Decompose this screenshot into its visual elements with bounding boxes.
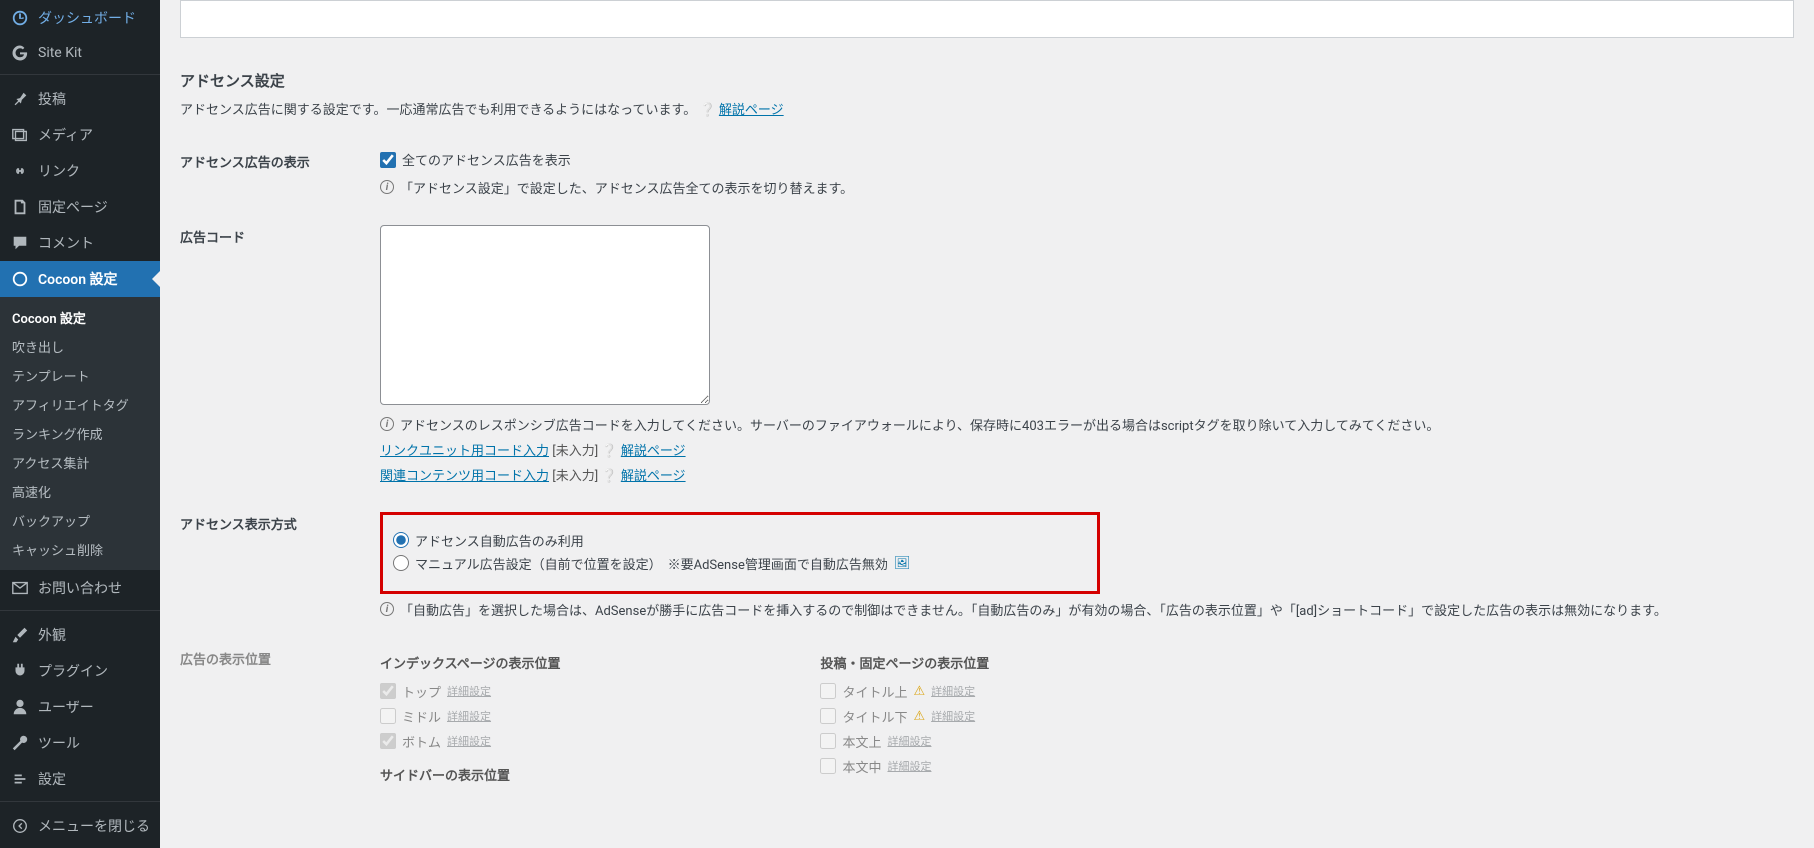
- page-icon: [10, 198, 30, 216]
- sidebar-collapse[interactable]: メニューを閉じる: [0, 808, 160, 844]
- media-icon: [10, 126, 30, 144]
- warning-icon: ⚠: [913, 684, 925, 699]
- user-icon: [10, 698, 30, 716]
- tab-bar: [180, 0, 1794, 38]
- sidebar-item-settings[interactable]: 設定: [0, 761, 160, 797]
- comment-icon: [10, 234, 30, 252]
- help-icon: ❔: [699, 103, 715, 118]
- submenu-backup[interactable]: バックアップ: [0, 506, 160, 535]
- checkbox-title-below: [820, 708, 836, 724]
- sidebar-item-media[interactable]: メディア: [0, 117, 160, 153]
- detail-body-middle[interactable]: 詳細設定: [887, 758, 931, 774]
- google-icon: [10, 44, 30, 62]
- info-icon: i: [380, 180, 394, 194]
- detail-title-above[interactable]: 詳細設定: [931, 683, 975, 699]
- collapse-icon: [10, 817, 30, 835]
- row-display-method: アドセンス表示方式 アドセンス自動広告のみ利用 マニュアル広告設定（自前で位置を…: [180, 498, 1794, 633]
- sidebar-item-users[interactable]: ユーザー: [0, 689, 160, 725]
- info-ad-code: i アドセンスのレスポンシブ広告コードを入力してください。サーバーのファイアウォ…: [380, 415, 1794, 434]
- brush-icon: [10, 626, 30, 644]
- post-positions-title: 投稿・固定ページの表示位置: [820, 653, 989, 672]
- sidebar-submenu: Cocoon 設定 吹き出し テンプレート アフィリエイトタグ ランキング作成 …: [0, 297, 160, 570]
- highlighted-radio-group: アドセンス自動広告のみ利用 マニュアル広告設定（自前で位置を設定） ※要AdSe…: [380, 512, 1100, 594]
- detail-title-below[interactable]: 詳細設定: [931, 708, 975, 724]
- sidebar-item-posts[interactable]: 投稿: [0, 81, 160, 117]
- info-method: i 「自動広告」を選択した場合は、AdSenseが勝手に広告コードを挿入するので…: [380, 600, 1794, 619]
- checkbox-index-middle: [380, 708, 396, 724]
- wrench-icon: [10, 734, 30, 752]
- post-positions: 投稿・固定ページの表示位置 タイトル上 ⚠ 詳細設定 タイトル下 ⚠ 詳細設定 …: [820, 653, 989, 794]
- label-ad-positions: 広告の表示位置: [180, 647, 380, 668]
- main-content: アドセンス設定 アドセンス広告に関する設定です。一応通常広告でも利用できるように…: [160, 0, 1814, 848]
- cocoon-icon: [10, 270, 30, 288]
- settings-icon: [10, 770, 30, 788]
- radio-auto-ads-input[interactable]: [393, 532, 409, 548]
- help-icon: ❔: [601, 444, 617, 459]
- help-icon: ❔: [601, 469, 617, 484]
- sidebar-item-comments[interactable]: コメント: [0, 225, 160, 261]
- radio-auto-ads[interactable]: アドセンス自動広告のみ利用: [393, 531, 1087, 550]
- section-title: アドセンス設定: [180, 58, 1794, 99]
- checkbox-body-middle: [820, 758, 836, 774]
- info-icon: i: [380, 417, 394, 431]
- detail-index-middle[interactable]: 詳細設定: [447, 708, 491, 724]
- textarea-ad-code[interactable]: [380, 225, 710, 405]
- checkbox-title-above: [820, 683, 836, 699]
- submenu-cache-delete[interactable]: キャッシュ削除: [0, 535, 160, 564]
- link-unit-help[interactable]: 解説ページ: [621, 444, 686, 459]
- row-ad-positions: 広告の表示位置 インデックスページの表示位置 トップ 詳細設定 ミドル 詳細設定…: [180, 633, 1794, 808]
- pin-icon: [10, 90, 30, 108]
- submenu-speech-balloon[interactable]: 吹き出し: [0, 332, 160, 361]
- checkbox-index-top: [380, 683, 396, 699]
- checkbox-show-all-adsense[interactable]: 全てのアドセンス広告を表示: [380, 150, 571, 169]
- sidebar-positions-title: サイドバーの表示位置: [380, 765, 560, 784]
- label-adsense-display: アドセンス広告の表示: [180, 150, 380, 171]
- submenu-ranking[interactable]: ランキング作成: [0, 419, 160, 448]
- dashboard-icon: [10, 9, 30, 27]
- checkbox-show-all-adsense-input[interactable]: [380, 152, 396, 168]
- submenu-cocoon-settings[interactable]: Cocoon 設定: [0, 303, 160, 332]
- row-adsense-display: アドセンス広告の表示 全てのアドセンス広告を表示 i 「アドセンス設定」で設定し…: [180, 136, 1794, 211]
- sidebar-item-cocoon[interactable]: Cocoon 設定: [0, 261, 160, 297]
- index-positions-title: インデックスページの表示位置: [380, 653, 560, 672]
- submenu-affiliate-tag[interactable]: アフィリエイトタグ: [0, 390, 160, 419]
- submenu-speedup[interactable]: 高速化: [0, 477, 160, 506]
- detail-index-bottom[interactable]: 詳細設定: [447, 733, 491, 749]
- image-icon: 🖼: [894, 556, 911, 571]
- sidebar-item-sitekit[interactable]: Site Kit: [0, 36, 160, 70]
- sidebar-item-appearance[interactable]: 外観: [0, 617, 160, 653]
- section-description: アドセンス広告に関する設定です。一応通常広告でも利用できるようにはなっています。…: [180, 99, 1794, 136]
- index-positions: インデックスページの表示位置 トップ 詳細設定 ミドル 詳細設定 ボトム 詳細設…: [380, 653, 560, 794]
- detail-body-above[interactable]: 詳細設定: [887, 733, 931, 749]
- checkbox-body-above: [820, 733, 836, 749]
- sidebar-item-dashboard[interactable]: ダッシュボード: [0, 0, 160, 36]
- label-ad-code: 広告コード: [180, 225, 380, 246]
- sidebar-item-pages[interactable]: 固定ページ: [0, 189, 160, 225]
- link-unit-code[interactable]: リンクユニット用コード入力: [380, 444, 549, 459]
- link-icon: [10, 162, 30, 180]
- radio-manual-ads[interactable]: マニュアル広告設定（自前で位置を設定） ※要AdSense管理画面で自動広告無効…: [393, 554, 1087, 573]
- mail-icon: [10, 579, 30, 597]
- detail-index-top[interactable]: 詳細設定: [447, 683, 491, 699]
- checkbox-index-bottom: [380, 733, 396, 749]
- related-content-help[interactable]: 解説ページ: [621, 469, 686, 484]
- submenu-template[interactable]: テンプレート: [0, 361, 160, 390]
- submenu-access[interactable]: アクセス集計: [0, 448, 160, 477]
- plugin-icon: [10, 662, 30, 680]
- info-display: i 「アドセンス設定」で設定した、アドセンス広告全ての表示を切り替えます。: [380, 178, 1794, 197]
- warning-icon: ⚠: [913, 709, 925, 724]
- sidebar-item-tools[interactable]: ツール: [0, 725, 160, 761]
- help-link[interactable]: 解説ページ: [719, 103, 784, 118]
- row-ad-code: 広告コード i アドセンスのレスポンシブ広告コードを入力してください。サーバーの…: [180, 211, 1794, 498]
- radio-manual-ads-input[interactable]: [393, 555, 409, 571]
- sidebar-item-links[interactable]: リンク: [0, 153, 160, 189]
- sidebar-item-plugins[interactable]: プラグイン: [0, 653, 160, 689]
- admin-sidebar: ダッシュボード Site Kit 投稿 メディア リンク 固定ページ コメント …: [0, 0, 160, 848]
- info-icon: i: [380, 602, 394, 616]
- related-content-code[interactable]: 関連コンテンツ用コード入力: [380, 469, 549, 484]
- label-display-method: アドセンス表示方式: [180, 512, 380, 533]
- sidebar-item-contact[interactable]: お問い合わせ: [0, 570, 160, 606]
